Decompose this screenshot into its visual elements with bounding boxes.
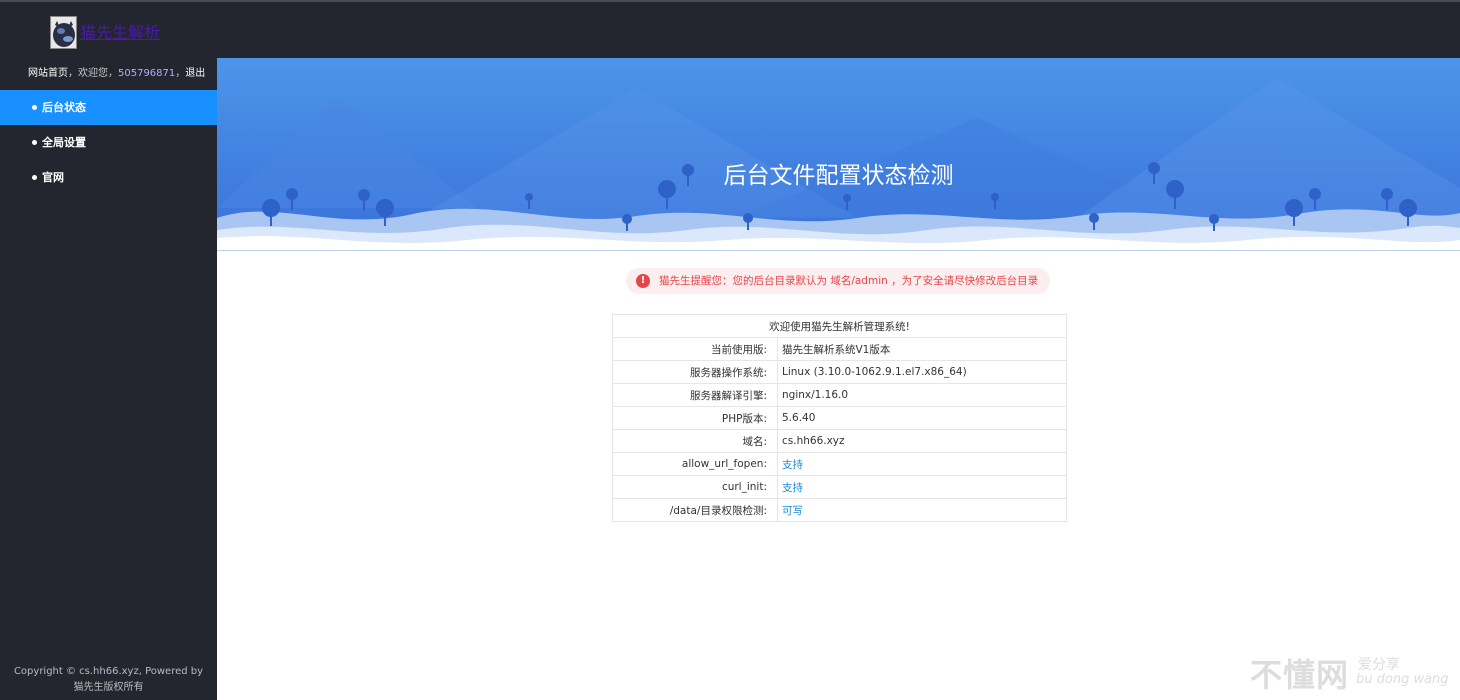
row-value: cs.hh66.xyz xyxy=(777,429,1067,453)
row-status-value: 可写 xyxy=(777,498,1067,522)
sidebar: 网站首页，欢迎您，505796871，退出 后台状态 全局设置 官网 Copyr… xyxy=(0,58,217,700)
row-key: /data/目录权限检测: xyxy=(612,498,778,522)
row-status-value: 支持 xyxy=(777,475,1067,499)
user-bar: 网站首页，欢迎您，505796871，退出 xyxy=(28,68,206,79)
bullet-icon xyxy=(32,139,37,145)
row-value: Linux (3.10.0-1062.9.1.el7.x86_64) xyxy=(777,360,1067,384)
home-link[interactable]: 网站首页 xyxy=(28,68,68,79)
watermark-text: 不懂网 xyxy=(1250,656,1350,694)
table-row: curl_init: 支持 xyxy=(612,475,1067,499)
banner: 后台文件配置状态检测 xyxy=(217,58,1460,251)
logout-link[interactable]: 退出 xyxy=(185,68,205,79)
logo-image[interactable] xyxy=(50,16,77,49)
top-header: 猫先生解析 xyxy=(0,0,1460,58)
notice-text: 猫先生提醒您：您的后台目录默认为 域名/admin ，为了安全请尽快修改后台目录 xyxy=(659,275,1039,287)
watermark-pinyin: bu dong wang xyxy=(1356,672,1449,687)
watermark-slogan: 爱分享 xyxy=(1358,657,1400,673)
welcome-text: 欢迎您， xyxy=(78,68,118,79)
table-header-row: 欢迎使用猫先生解析管理系统! xyxy=(612,314,1067,338)
row-key: allow_url_fopen: xyxy=(612,452,778,476)
sidebar-item-settings[interactable]: 全局设置 xyxy=(0,125,217,160)
table-row: 域名: cs.hh66.xyz xyxy=(612,429,1067,453)
row-key: 当前使用版: xyxy=(612,337,778,361)
table-row: allow_url_fopen: 支持 xyxy=(612,452,1067,476)
row-value: 5.6.40 xyxy=(777,406,1067,430)
sidebar-item-label: 全局设置 xyxy=(42,136,86,149)
banner-background xyxy=(217,58,1460,250)
sidebar-item-official-site[interactable]: 官网 xyxy=(0,160,217,195)
sidebar-footer: Copyright © cs.hh66.xyz, Powered by 猫先生版… xyxy=(0,664,217,696)
row-key: 域名: xyxy=(612,429,778,453)
sidebar-item-label: 后台状态 xyxy=(42,101,86,114)
table-row: 服务器操作系统: Linux (3.10.0-1062.9.1.el7.x86_… xyxy=(612,360,1067,384)
table-row: 服务器解译引擎: nginx/1.16.0 xyxy=(612,383,1067,407)
sidebar-item-status[interactable]: 后台状态 xyxy=(0,90,217,125)
watermark: 不懂网 爱分享 bu dong wang xyxy=(1250,648,1460,700)
page-title: 后台文件配置状态检测 xyxy=(723,163,954,189)
table-header: 欢迎使用猫先生解析管理系统! xyxy=(612,314,1067,338)
site-title-link[interactable]: 猫先生解析 xyxy=(80,19,160,43)
row-status-value: 支持 xyxy=(777,452,1067,476)
row-key: PHP版本: xyxy=(612,406,778,430)
cat-logo-icon xyxy=(51,17,76,48)
row-value: 猫先生解析系统V1版本 xyxy=(777,337,1067,361)
copyright-text: Copyright © cs.hh66.xyz, Powered by xyxy=(13,666,204,677)
row-key: 服务器操作系统: xyxy=(612,360,778,384)
row-value: nginx/1.16.0 xyxy=(777,383,1067,407)
exclamation-icon: ! xyxy=(636,274,650,288)
row-key: 服务器解译引擎: xyxy=(612,383,778,407)
bullet-icon xyxy=(32,104,37,110)
table-row: PHP版本: 5.6.40 xyxy=(612,406,1067,430)
table-row: 当前使用版: 猫先生解析系统V1版本 xyxy=(612,337,1067,361)
system-info-table: 欢迎使用猫先生解析管理系统! 当前使用版: 猫先生解析系统V1版本 服务器操作系… xyxy=(612,314,1067,522)
bullet-icon xyxy=(32,174,37,180)
row-key: curl_init: xyxy=(612,475,778,499)
security-notice: ! 猫先生提醒您：您的后台目录默认为 域名/admin ，为了安全请尽快修改后台… xyxy=(626,268,1051,294)
user-id[interactable]: 505796871 xyxy=(118,68,175,79)
sidebar-item-label: 官网 xyxy=(42,171,64,184)
table-row: /data/目录权限检测: 可写 xyxy=(612,498,1067,522)
copyright-owner: 猫先生版权所有 xyxy=(73,682,144,693)
